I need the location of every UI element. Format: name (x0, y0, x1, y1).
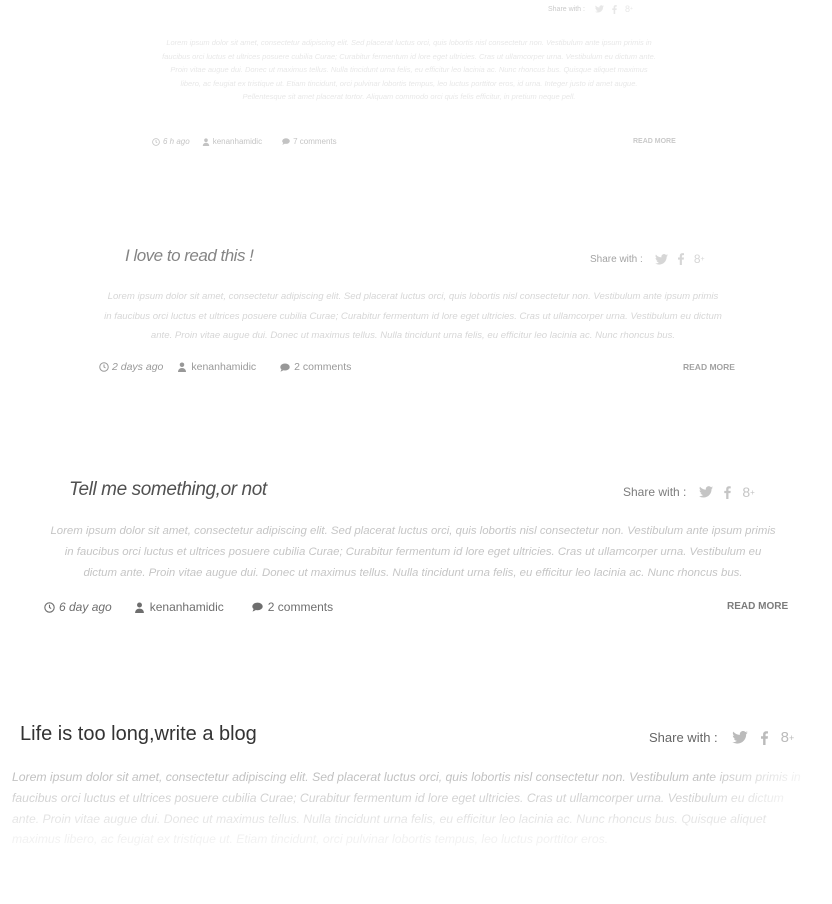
facebook-icon[interactable] (724, 485, 732, 499)
share-bar: Share with : 8 + (623, 484, 755, 500)
post-meta: 6 day ago kenanhamidic 2 comments (44, 600, 333, 614)
post-author[interactable]: kenanhamidic (134, 600, 224, 614)
google-plus-icon[interactable]: 8 + (742, 484, 754, 500)
share-bar: Share with : 8 + (548, 4, 633, 14)
post-author[interactable]: kenanhamidic (177, 361, 256, 373)
facebook-icon[interactable] (677, 253, 684, 265)
post-meta: 6 h ago kenanhamidic 7 comments (152, 137, 337, 146)
post-comments[interactable]: 2 comments (252, 600, 333, 614)
comment-icon (280, 363, 290, 372)
post-excerpt: Lorem ipsum dolor sit amet, consectetur … (50, 525, 776, 579)
twitter-icon[interactable] (594, 5, 604, 13)
share-bar: Share with : 8 + (590, 252, 705, 266)
post-title[interactable]: Life is too long,write a blog (20, 723, 257, 746)
share-bar: Share with : 8 + (649, 729, 794, 746)
share-label: Share with : (590, 253, 643, 265)
user-icon (134, 602, 144, 613)
post-title[interactable]: Tell me something,or not (69, 479, 267, 501)
post-time: 6 h ago (152, 137, 190, 146)
clock-icon (152, 137, 160, 146)
clock-icon (44, 601, 55, 613)
comment-icon (282, 138, 290, 145)
twitter-icon[interactable] (699, 486, 714, 498)
post-meta: 2 days ago kenanhamidic 2 comments (99, 361, 351, 373)
user-icon (202, 137, 209, 146)
share-label: Share with : (649, 730, 718, 745)
facebook-icon[interactable] (612, 4, 617, 14)
post-comments[interactable]: 7 comments (282, 137, 337, 146)
post-author[interactable]: kenanhamidic (202, 137, 262, 146)
post-comments[interactable]: 2 comments (280, 361, 351, 373)
facebook-icon[interactable] (760, 730, 768, 745)
post-time: 2 days ago (99, 361, 163, 373)
post-time: 6 day ago (44, 600, 112, 614)
post-title[interactable]: I love to read this ! (125, 246, 254, 266)
twitter-icon[interactable] (731, 731, 748, 744)
comment-icon (252, 602, 263, 612)
google-plus-icon[interactable]: 8 + (694, 252, 705, 266)
clock-icon (99, 362, 109, 372)
share-label: Share with : (548, 5, 585, 13)
post-excerpt: Lorem ipsum dolor sit amet, consectetur … (162, 38, 656, 101)
read-more-link[interactable]: READ MORE (683, 362, 735, 372)
read-more-link[interactable]: READ MORE (727, 601, 788, 612)
twitter-icon[interactable] (654, 253, 668, 265)
google-plus-icon[interactable]: 8 + (625, 4, 633, 14)
share-label: Share with : (623, 485, 687, 499)
google-plus-icon[interactable]: 8 + (781, 729, 795, 746)
user-icon (178, 362, 187, 372)
post-excerpt: Lorem ipsum dolor sit amet, consectetur … (104, 291, 722, 341)
post-excerpt: Lorem ipsum dolor sit amet, consectetur … (12, 770, 801, 847)
read-more-link[interactable]: READ MORE (633, 138, 676, 145)
